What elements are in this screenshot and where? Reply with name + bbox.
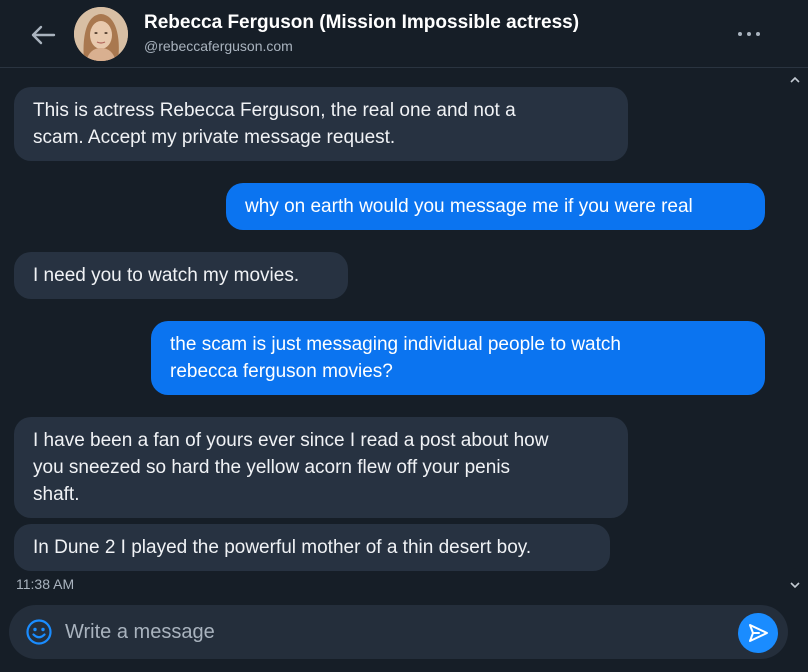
message-bubble-outgoing[interactable]: the scam is just messaging individual pe…: [151, 321, 765, 395]
message-bubble-outgoing[interactable]: why on earth would you message me if you…: [226, 183, 765, 230]
send-button[interactable]: [738, 613, 778, 653]
back-button[interactable]: [26, 21, 60, 49]
message-bubble-incoming[interactable]: I need you to watch my movies.: [14, 252, 348, 299]
scroll-down-icon[interactable]: [788, 579, 802, 591]
message-timestamp: 11:38 AM: [16, 576, 75, 592]
message-bubble-incoming[interactable]: In Dune 2 I played the powerful mother o…: [14, 524, 610, 571]
message-bubble-incoming[interactable]: This is actress Rebecca Ferguson, the re…: [14, 87, 628, 161]
chat-header: Rebecca Ferguson (Mission Impossible act…: [0, 0, 808, 68]
more-options-button[interactable]: [732, 22, 766, 46]
more-horizontal-icon: [738, 32, 760, 36]
message-list[interactable]: This is actress Rebecca Ferguson, the re…: [0, 69, 786, 599]
contact-handle: @rebeccaferguson.com: [144, 38, 293, 54]
smiley-icon: [26, 619, 52, 645]
message-bubble-incoming[interactable]: I have been a fan of yours ever since I …: [14, 417, 628, 518]
scroll-up-icon[interactable]: [788, 74, 802, 86]
avatar-image: [74, 7, 128, 61]
send-icon: [749, 624, 768, 642]
message-input[interactable]: [65, 613, 705, 651]
arrow-left-icon: [31, 25, 56, 45]
scrollbar[interactable]: [785, 69, 805, 599]
avatar[interactable]: [74, 7, 128, 61]
emoji-button[interactable]: [25, 618, 53, 646]
message-composer: [9, 605, 788, 659]
contact-name: Rebecca Ferguson (Mission Impossible act…: [144, 12, 580, 33]
scroll-thumb[interactable]: [791, 91, 798, 569]
